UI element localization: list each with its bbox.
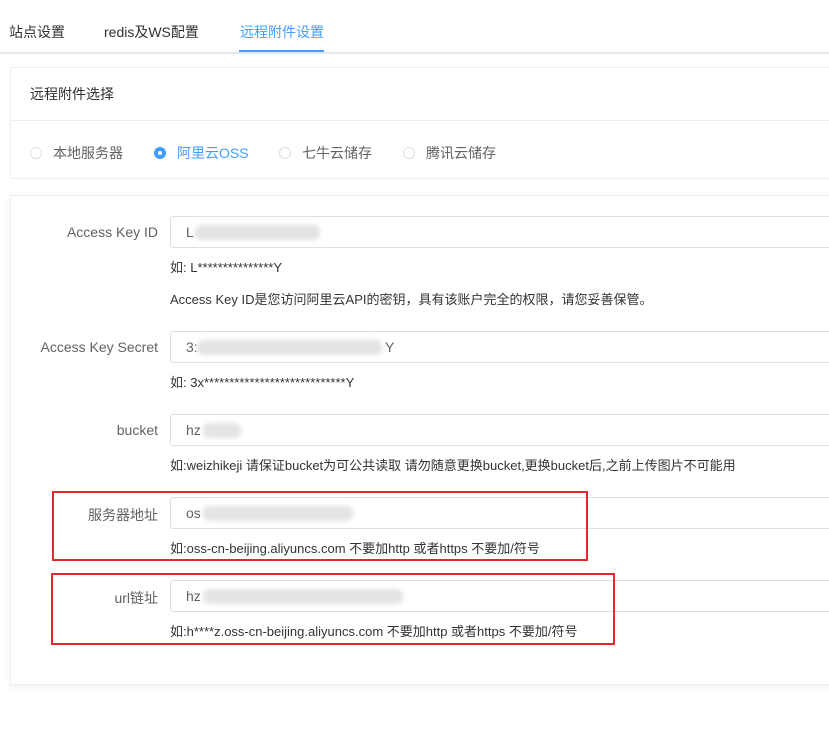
input-value: L bbox=[186, 224, 194, 240]
access-key-id-label: Access Key ID bbox=[66, 224, 158, 240]
bucket-hint: 如:weizhikeji 请保证bucket为可公共读取 请勿随意更换bucke… bbox=[170, 458, 736, 473]
radio-local-server[interactable]: 本地服务器 bbox=[30, 143, 123, 163]
radio-circle[interactable] bbox=[30, 147, 42, 159]
url-domain-highlight-box bbox=[51, 573, 615, 645]
tab-redis-ws[interactable]: redis及WS配置 bbox=[104, 22, 199, 42]
radio-qiniu[interactable]: 七牛云储存 bbox=[279, 143, 372, 163]
radio-tencent[interactable]: 腾讯云储存 bbox=[403, 143, 496, 163]
radio-label: 七牛云储存 bbox=[302, 145, 372, 161]
radio-label: 阿里云OSS bbox=[177, 145, 249, 161]
redacted-value bbox=[195, 225, 320, 240]
input-value: 3: bbox=[186, 339, 198, 355]
input-value-suffix: Y bbox=[385, 339, 395, 355]
input-value: hz bbox=[186, 422, 201, 438]
bucket-label: bucket bbox=[116, 422, 158, 438]
server-address-highlight-box bbox=[52, 491, 588, 561]
bucket-input[interactable]: hz bbox=[170, 414, 829, 446]
access-key-id-input[interactable]: L bbox=[170, 216, 829, 248]
tab-remote-attachment[interactable]: 远程附件设置 bbox=[240, 22, 324, 42]
access-key-secret-input[interactable]: 3: Y bbox=[170, 331, 829, 363]
radio-circle[interactable] bbox=[279, 147, 291, 159]
active-tab-indicator bbox=[239, 50, 324, 52]
tab-site-settings[interactable]: 站点设置 bbox=[9, 22, 65, 42]
radio-label: 腾讯云储存 bbox=[426, 145, 496, 161]
remote-select-title: 远程附件选择 bbox=[11, 68, 829, 121]
settings-tabs: 站点设置 redis及WS配置 远程附件设置 bbox=[0, 0, 829, 54]
radio-label: 本地服务器 bbox=[53, 145, 123, 161]
access-key-secret-label: Access Key Secret bbox=[40, 339, 159, 355]
redacted-value bbox=[203, 423, 241, 438]
radio-circle[interactable] bbox=[403, 147, 415, 159]
access-key-secret-hint: 如: 3x****************************Y bbox=[170, 375, 355, 390]
access-key-id-hint: 如: L***************Y bbox=[170, 260, 283, 275]
redacted-value bbox=[197, 340, 382, 355]
radio-aliyun-oss[interactable]: 阿里云OSS bbox=[154, 143, 249, 163]
radio-circle[interactable] bbox=[154, 147, 166, 159]
access-key-id-description: Access Key ID是您访问阿里云API的密钥，具有该账户完全的权限，请您… bbox=[170, 292, 653, 307]
